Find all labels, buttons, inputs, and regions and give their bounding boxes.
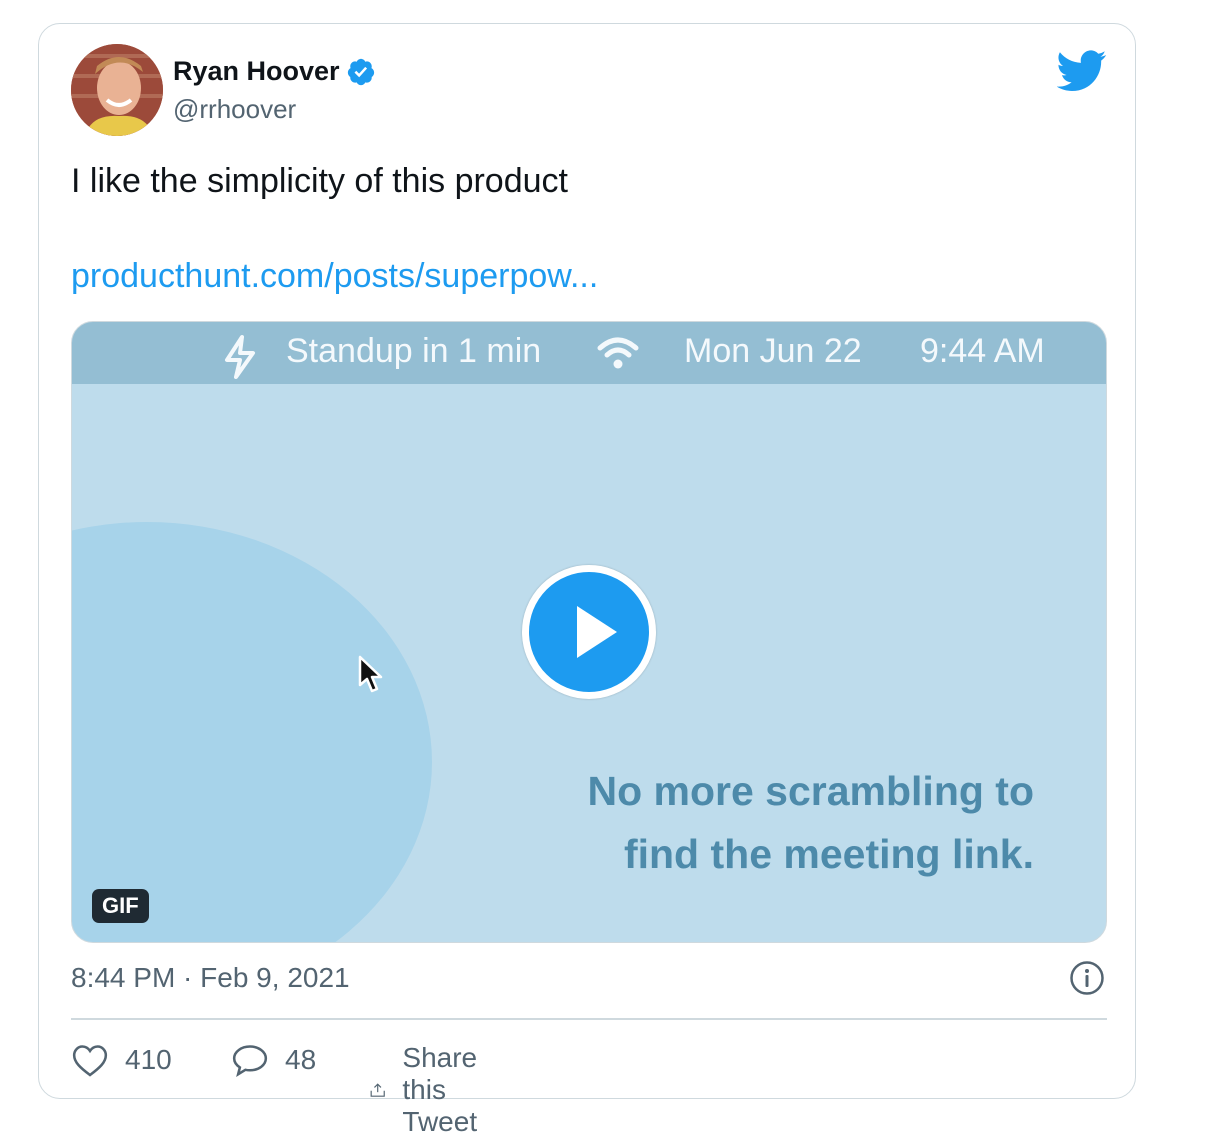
media-caption: No more scrambling to find the meeting l…: [474, 760, 1034, 886]
info-icon[interactable]: [1069, 960, 1105, 996]
tweet-text: I like the simplicity of this product: [71, 162, 568, 200]
tweet-card[interactable]: Ryan Hoover @rrhoover I like the simplic…: [38, 23, 1136, 1137]
mouse-cursor-icon: [358, 655, 383, 693]
wifi-icon: [597, 337, 639, 369]
caption-line-2: find the meeting link.: [623, 831, 1034, 877]
avatar[interactable]: [71, 44, 163, 136]
twitter-bird-icon[interactable]: [1057, 50, 1107, 92]
like-action[interactable]: 410: [71, 1042, 172, 1078]
verified-badge-icon: [347, 58, 374, 85]
like-count: 410: [125, 1044, 172, 1075]
play-button[interactable]: [522, 565, 656, 699]
reply-bubble-icon: [232, 1045, 268, 1077]
menubar-time: 9:44 AM: [920, 332, 1045, 370]
tweet-link[interactable]: producthunt.com/posts/superpow...: [71, 257, 598, 296]
background-circle: [72, 522, 432, 942]
author-name[interactable]: Ryan Hoover: [173, 56, 340, 87]
caption-line-1: No more scrambling to: [587, 768, 1034, 814]
menubar-date: Mon Jun 22: [684, 332, 862, 370]
heart-icon: [72, 1045, 108, 1077]
divider: [71, 1018, 1107, 1020]
reply-action[interactable]: 48: [231, 1042, 316, 1078]
share-icon: [370, 1083, 385, 1097]
media-gif[interactable]: Standup in 1 min Mon Jun 22 9:44 AM No m…: [71, 321, 1107, 943]
mac-menubar: Standup in 1 min Mon Jun 22 9:44 AM: [72, 322, 1106, 384]
gif-badge: GIF: [92, 889, 149, 923]
tweet-timestamp[interactable]: 8:44 PM · Feb 9, 2021: [71, 962, 350, 994]
author-handle[interactable]: @rrhoover: [173, 94, 296, 125]
share-label: Share this Tweet: [402, 1042, 478, 1137]
share-action[interactable]: Share this Tweet: [369, 1042, 498, 1138]
play-icon: [577, 606, 617, 658]
lightning-icon: [225, 335, 255, 379]
reply-count: 48: [285, 1044, 317, 1075]
menubar-event-text: Standup in 1 min: [286, 332, 542, 370]
